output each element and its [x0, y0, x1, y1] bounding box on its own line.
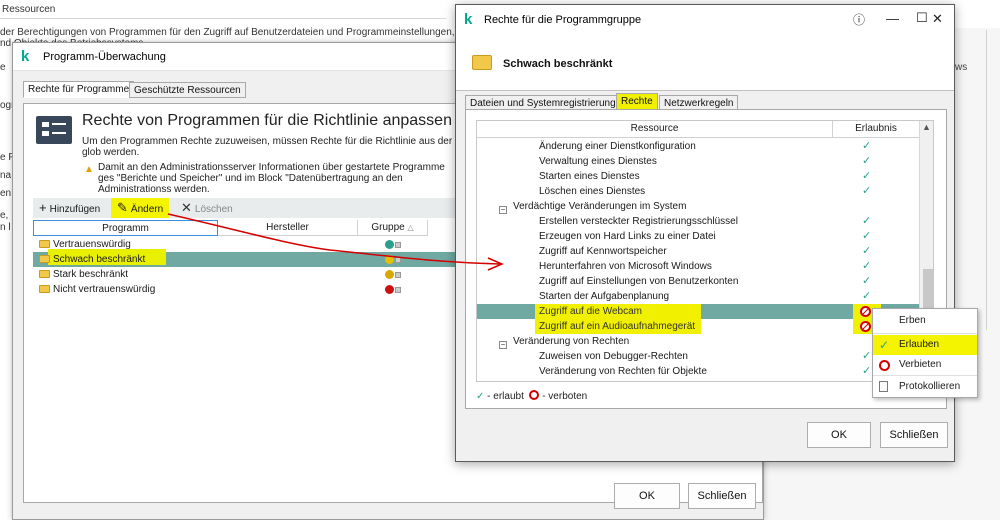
- annotation-arrow: [167, 213, 504, 271]
